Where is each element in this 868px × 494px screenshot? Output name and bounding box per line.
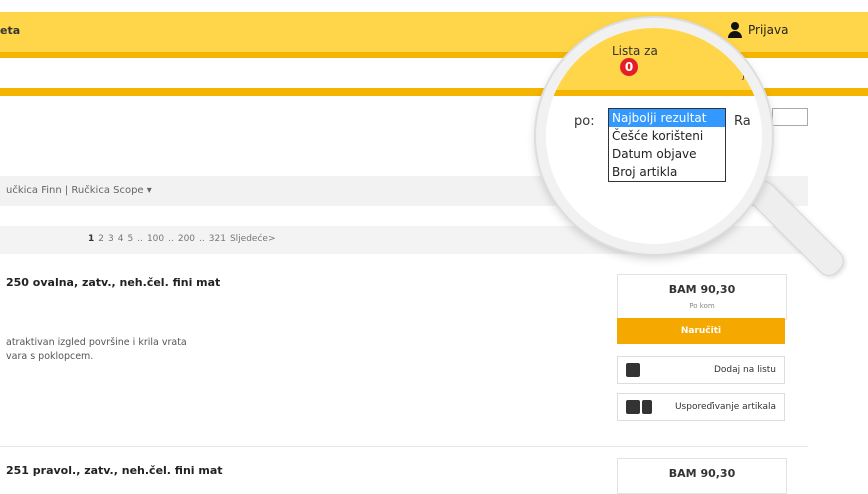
magnifier-lens: Lista za 0 je po: Ra Najbolji rezultat Č…	[536, 18, 772, 254]
wishlist-label[interactable]: Lista za	[612, 44, 658, 58]
compare-button[interactable]: Usporeďivanje artikala	[617, 393, 785, 421]
brand-fragment: eta	[0, 24, 21, 37]
product-title[interactable]: 251 pravol., zatv., neh.čel. fini mat	[6, 464, 223, 477]
price-box: BAM 90,30	[617, 458, 787, 494]
price: BAM 90,30	[668, 283, 736, 296]
divider	[0, 446, 808, 447]
compare-icon-2	[642, 400, 652, 414]
page-ellipsis: ..	[168, 234, 174, 244]
description-line: atraktivan izgled površine i krila vrata	[6, 337, 187, 348]
price-box: BAM 90,30 Po kom	[617, 274, 787, 320]
page-link[interactable]: 100	[147, 234, 164, 244]
next-page-link[interactable]: Sljedeće>	[230, 234, 276, 244]
pagination: 1 2 3 4 5 .. 100 .. 200 .. 321 Sljedeće>	[88, 234, 276, 244]
sort-option[interactable]: Češće korišteni	[609, 127, 725, 145]
page-link[interactable]: 4	[118, 234, 124, 244]
compare-icon	[626, 400, 640, 414]
page-link[interactable]: 200	[178, 234, 195, 244]
description-line: vara s poklopcem.	[6, 351, 94, 362]
page-link[interactable]: 321	[209, 234, 226, 244]
secondary-sort-select[interactable]	[772, 108, 808, 126]
compare-label: Usporeďivanje artikala	[674, 402, 776, 412]
page-link[interactable]: 2	[98, 234, 104, 244]
order-button[interactable]: Naručiti	[617, 318, 785, 344]
lens-stripe	[546, 90, 762, 96]
sort-dropdown[interactable]: Najbolji rezultat Češće korišteni Datum …	[608, 108, 726, 182]
page-ellipsis: ..	[137, 234, 143, 244]
sort-option[interactable]: Datum objave	[609, 145, 725, 163]
page-link[interactable]: 5	[127, 234, 133, 244]
sort-option[interactable]: Najbolji rezultat	[609, 109, 725, 127]
lens-header	[546, 28, 762, 96]
price-unit: Po kom	[689, 302, 715, 310]
page-link[interactable]: 3	[108, 234, 114, 244]
add-to-list-label: Dodaj na listu	[713, 365, 776, 375]
header-fragment: je	[742, 68, 752, 81]
price: BAM 90,30	[668, 467, 736, 480]
sort-label: po:	[574, 114, 595, 129]
wishlist-badge: 0	[620, 58, 638, 76]
page-ellipsis: ..	[199, 234, 205, 244]
add-list-icon	[626, 363, 640, 377]
add-to-list-button[interactable]: Dodaj na listu	[617, 356, 785, 384]
product-description: atraktivan izgled površine i krila vrata…	[6, 336, 187, 364]
sort-option[interactable]: Broj artikla	[609, 163, 725, 181]
product-title[interactable]: 250 ovalna, zatv., neh.čel. fini mat	[6, 276, 220, 289]
page-link[interactable]: 1	[88, 234, 94, 244]
sort-label-2: Ra	[734, 114, 751, 129]
